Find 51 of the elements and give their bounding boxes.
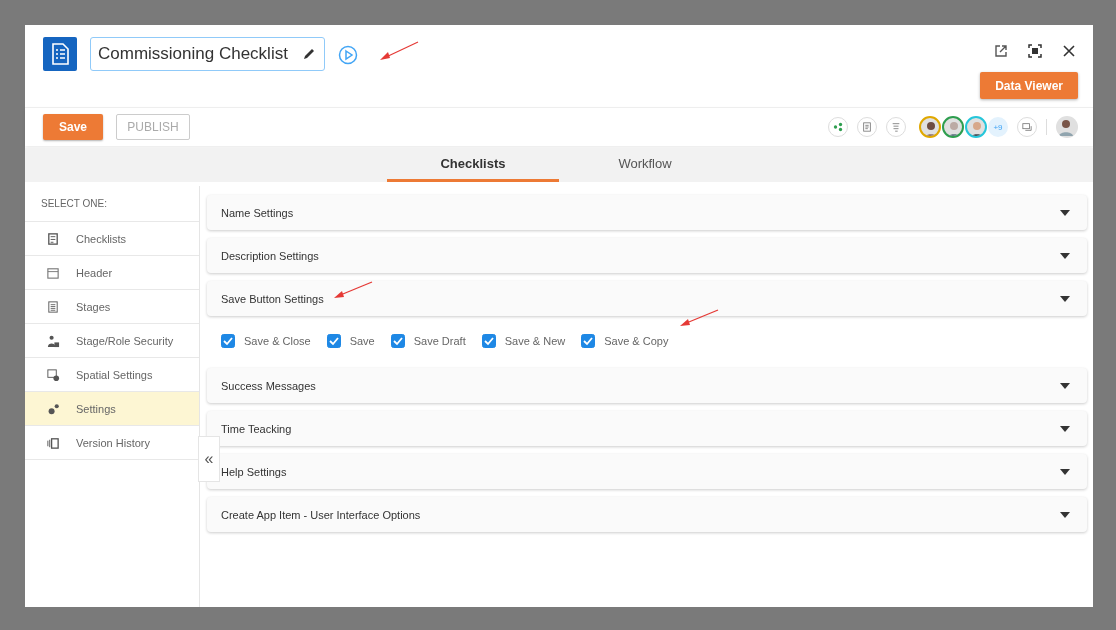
play-icon[interactable] <box>337 45 358 65</box>
checkbox-label: Save <box>349 335 375 347</box>
sidebar-item[interactable]: Settings <box>25 392 199 426</box>
caret-icon[interactable] <box>1060 425 1070 432</box>
pencil-icon[interactable] <box>301 47 316 61</box>
annotation-arrow <box>678 308 720 328</box>
annotation-arrow <box>332 280 374 300</box>
accordion-header[interactable]: Create App Item - User Interface Options <box>207 497 1087 532</box>
annotation-arrow <box>378 40 420 62</box>
accordion-header[interactable]: Success Messages <box>207 368 1087 403</box>
checkbox[interactable] <box>390 334 405 348</box>
document-icon <box>43 37 77 71</box>
security-icon <box>46 333 60 348</box>
title-field[interactable]: Commissioning Checklist <box>90 37 325 71</box>
history-icon <box>46 435 60 450</box>
accordion-header[interactable]: Description Settings <box>207 238 1087 273</box>
external-link-icon[interactable] <box>994 44 1008 58</box>
caret-icon[interactable] <box>1060 511 1070 518</box>
checkbox-label: Save Draft <box>413 335 466 347</box>
header-icon <box>46 265 60 280</box>
close-icon[interactable] <box>1062 44 1076 58</box>
accordion-header[interactable]: Time Teacking <box>207 411 1087 446</box>
fullscreen-icon[interactable] <box>1028 44 1042 58</box>
sidebar-item[interactable]: Stage/Role Security <box>25 324 199 358</box>
checkbox[interactable] <box>221 334 235 348</box>
avatar[interactable] <box>942 116 964 138</box>
sidebar-item[interactable]: Checklists <box>25 222 199 256</box>
caret-icon[interactable] <box>1060 468 1070 475</box>
sidebar-item[interactable]: Stages <box>25 290 199 324</box>
checkbox-label: Save & New <box>504 335 566 347</box>
checklist-icon <box>46 231 60 246</box>
checkbox[interactable] <box>581 334 596 348</box>
caret-icon[interactable] <box>1060 209 1070 216</box>
caret-icon[interactable] <box>1060 252 1070 259</box>
stages-icon <box>46 299 60 314</box>
checkbox-label: Save & Copy <box>604 335 669 347</box>
avatar[interactable] <box>1056 116 1078 138</box>
caret-icon[interactable] <box>1060 382 1070 389</box>
checkbox[interactable] <box>481 334 496 348</box>
accordion-header[interactable]: Save Button Settings <box>207 281 1087 316</box>
checkbox-label: Save & Close <box>244 335 311 347</box>
spatial-icon <box>46 367 60 382</box>
tab[interactable]: Workflow <box>559 148 731 182</box>
avatar[interactable] <box>919 116 941 138</box>
caret-icon[interactable] <box>1060 295 1070 302</box>
accordion-header[interactable]: Name Settings <box>207 195 1087 230</box>
sidebar-heading: SELECT ONE: <box>25 186 199 222</box>
tab[interactable]: Checklists <box>387 148 559 182</box>
collapse-button[interactable]: « <box>198 436 220 482</box>
checkbox[interactable] <box>326 334 341 348</box>
sidebar-item[interactable]: Header <box>25 256 199 290</box>
